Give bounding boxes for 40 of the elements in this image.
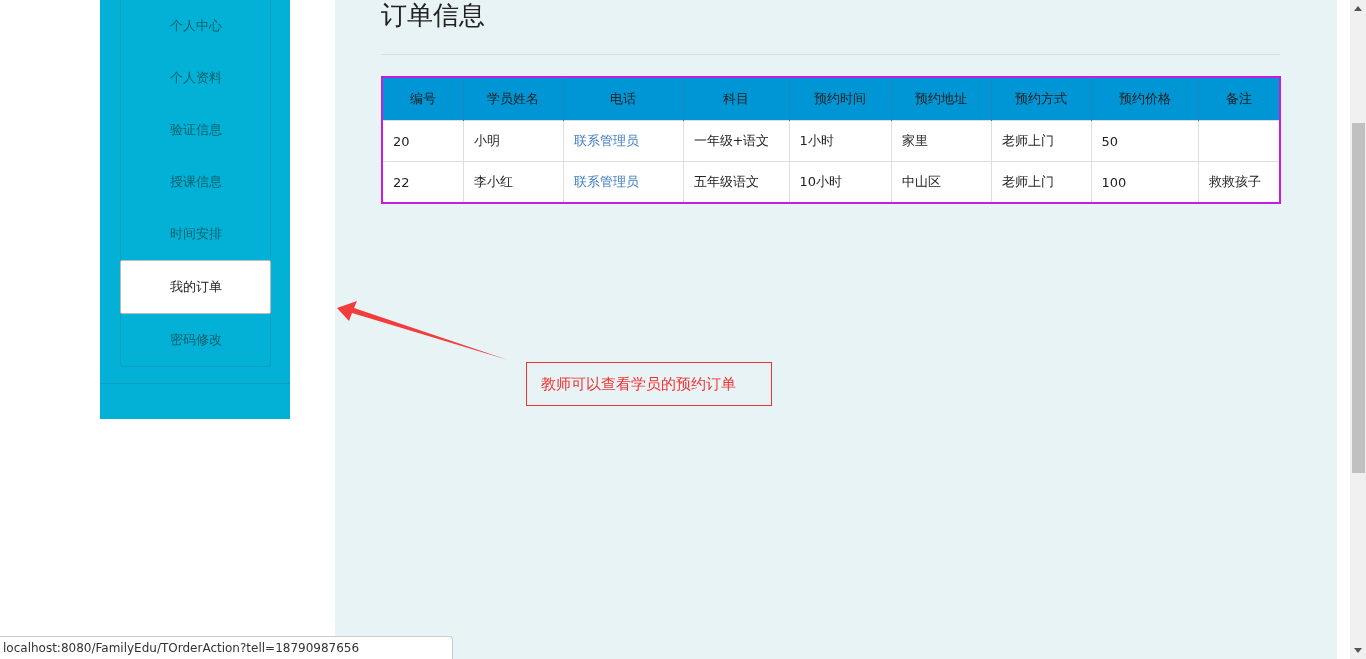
sidebar-item[interactable]: 个人资料	[121, 52, 270, 104]
scrollbar[interactable]	[1350, 0, 1366, 659]
scroll-down-icon[interactable]	[1354, 648, 1362, 653]
column-header: 学员姓名	[463, 77, 563, 121]
annotation-note: 教师可以查看学员的预约订单	[526, 362, 772, 406]
contact-link[interactable]: 联系管理员	[573, 174, 639, 189]
table-cell: 老师上门	[991, 161, 1091, 203]
sidebar-item[interactable]: 授课信息	[121, 156, 270, 208]
scroll-up-icon[interactable]	[1354, 6, 1362, 11]
table-cell: 老师上门	[991, 120, 1091, 162]
table-cell: 20	[382, 120, 463, 162]
column-header: 预约地址	[891, 77, 991, 121]
table-cell: 100	[1091, 161, 1198, 203]
table-cell: 10小时	[789, 161, 891, 203]
column-header: 编号	[382, 77, 463, 121]
table-cell: 李小红	[463, 161, 563, 203]
sidebar-item[interactable]: 密码修改	[121, 314, 270, 366]
column-header: 预约时间	[789, 77, 891, 121]
table-cell: 1小时	[789, 120, 891, 162]
column-header: 预约价格	[1091, 77, 1198, 121]
table-cell: 中山区	[891, 161, 991, 203]
table-cell: 救救孩子	[1198, 161, 1280, 203]
sidebar-item[interactable]: 验证信息	[121, 104, 270, 156]
page-title: 订单信息	[381, 0, 485, 30]
table-cell: 22	[382, 161, 463, 203]
table-cell: 家里	[891, 120, 991, 162]
table-cell: 一年级+语文	[683, 120, 789, 162]
column-header: 电话	[563, 77, 683, 121]
status-url: localhost:8080/FamilyEdu/TOrderAction?tell=18790987656	[0, 636, 453, 659]
column-header: 备注	[1198, 77, 1280, 121]
sidebar-item[interactable]: 个人中心	[121, 0, 270, 52]
sidebar-item[interactable]: 时间安排	[121, 208, 270, 260]
scroll-thumb[interactable]	[1352, 123, 1365, 473]
column-header: 预约方式	[991, 77, 1091, 121]
contact-link[interactable]: 联系管理员	[573, 133, 639, 148]
table-cell: 五年级语文	[683, 161, 789, 203]
table-cell: 小明	[463, 120, 563, 162]
column-header: 科目	[683, 77, 789, 121]
table-cell: 50	[1091, 120, 1198, 162]
sidebar-item[interactable]: 我的订单	[120, 260, 271, 314]
